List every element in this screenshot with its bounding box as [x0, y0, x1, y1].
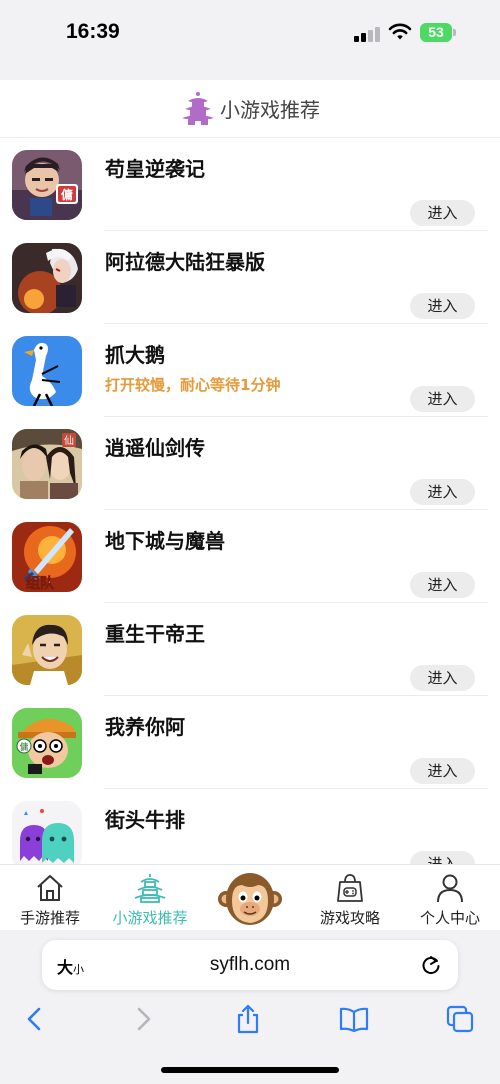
app-header: 小游戏推荐 [0, 80, 500, 138]
enter-button[interactable]: 进入 [410, 572, 475, 598]
list-item[interactable]: 组队 地下城与魔兽 进入 [0, 510, 500, 603]
cartoon-badge: 傭 [19, 741, 28, 753]
tab-label: 小游戏推荐 [112, 909, 188, 927]
enter-button[interactable]: 进入 [410, 665, 475, 691]
forward-icon[interactable] [128, 1004, 158, 1034]
game-name: 抓大鹅 [105, 343, 165, 367]
loading-note: 打开较慢，耐心等待1分钟 [105, 376, 281, 394]
list-item[interactable]: 阿拉德大陆狂暴版 进入 [0, 231, 500, 324]
game-name: 地下城与魔兽 [105, 529, 225, 553]
warrior-badge: 傭 [61, 187, 73, 202]
tab-game-guides[interactable]: 游戏攻略 [300, 865, 400, 931]
gamepad-bag-icon [337, 874, 363, 902]
monkey-logo-icon [218, 873, 282, 925]
enter-button[interactable]: 进入 [410, 479, 475, 505]
url-text[interactable]: syflh.com [42, 954, 458, 976]
game-name: 逍遥仙剑传 [105, 436, 205, 460]
game-list[interactable]: 傭 苟皇逆袭记 进入 阿拉德大陆狂暴版 进入 抓大鹅 打开较慢，耐心等待1分钟 … [0, 138, 500, 864]
list-item[interactable]: 抓大鹅 打开较慢，耐心等待1分钟 进入 [0, 324, 500, 417]
status-time: 16:39 [66, 20, 120, 43]
immortals-badge: 仙 [64, 434, 74, 447]
tab-label: 个人中心 [419, 909, 480, 927]
list-item[interactable]: 傭 苟皇逆袭记 进入 [0, 138, 500, 231]
bottom-tab-bar: 手游推荐 小游戏推荐 游戏攻略 个人中心 [0, 864, 500, 930]
list-item[interactable]: 重生干帝王 进入 [0, 603, 500, 696]
game-icon-ghosts[interactable] [12, 801, 82, 864]
game-icon-sword[interactable]: 组队 [12, 522, 82, 592]
enter-button[interactable]: 进入 [410, 293, 475, 319]
tab-personal-center[interactable]: 个人中心 [400, 865, 500, 931]
tabs-icon[interactable] [445, 1004, 475, 1034]
home-indicator [161, 1067, 339, 1073]
game-name: 阿拉德大陆狂暴版 [105, 250, 265, 274]
game-name: 街头牛排 [105, 808, 185, 832]
status-bar: 16:39 53 [0, 0, 500, 80]
battery-tip [453, 29, 456, 36]
game-icon-cartoon-man[interactable]: 傭 [12, 708, 82, 778]
tab-mobile-games[interactable]: 手游推荐 [0, 865, 100, 931]
game-icon-demon[interactable] [12, 243, 82, 313]
enter-button[interactable]: 进入 [410, 386, 475, 412]
tab-label: 手游推荐 [19, 909, 80, 927]
game-name: 我养你阿 [105, 715, 185, 739]
address-bar[interactable]: 大小 syflh.com [42, 940, 458, 990]
enter-button[interactable]: 进入 [410, 851, 475, 864]
person-icon [437, 874, 463, 903]
pagoda-icon [182, 91, 214, 125]
tab-mini-games[interactable]: 小游戏推荐 [100, 865, 200, 931]
battery-icon: 53 [420, 23, 452, 42]
tab-home-logo[interactable] [200, 865, 300, 931]
game-icon-emperor[interactable] [12, 615, 82, 685]
bookmarks-icon[interactable] [339, 1004, 369, 1034]
tab-label: 游戏攻略 [319, 909, 380, 927]
game-icon-immortals[interactable]: 仙 [12, 429, 82, 499]
share-icon[interactable] [233, 1004, 263, 1034]
list-item[interactable]: 傭 我养你阿 进入 [0, 696, 500, 789]
list-item[interactable]: 街头牛排 进入 [0, 789, 500, 864]
back-icon[interactable] [20, 1004, 50, 1034]
game-name: 苟皇逆袭记 [105, 157, 205, 181]
reload-icon[interactable] [420, 953, 442, 977]
list-item[interactable]: 仙 逍遥仙剑传 进入 [0, 417, 500, 510]
enter-button[interactable]: 进入 [410, 200, 475, 226]
enter-button[interactable]: 进入 [410, 758, 475, 784]
page-title: 小游戏推荐 [220, 98, 320, 122]
game-icon-goose[interactable] [12, 336, 82, 406]
signal-icon [354, 26, 380, 42]
browser-toolbar: 大小 syflh.com [0, 930, 500, 1084]
sword-badge: 组队 [26, 575, 55, 592]
home-icon [37, 875, 63, 901]
wifi-icon [388, 23, 412, 40]
pagoda-icon [134, 874, 166, 903]
game-name: 重生干帝王 [105, 622, 205, 646]
game-icon-warrior[interactable]: 傭 [12, 150, 82, 220]
